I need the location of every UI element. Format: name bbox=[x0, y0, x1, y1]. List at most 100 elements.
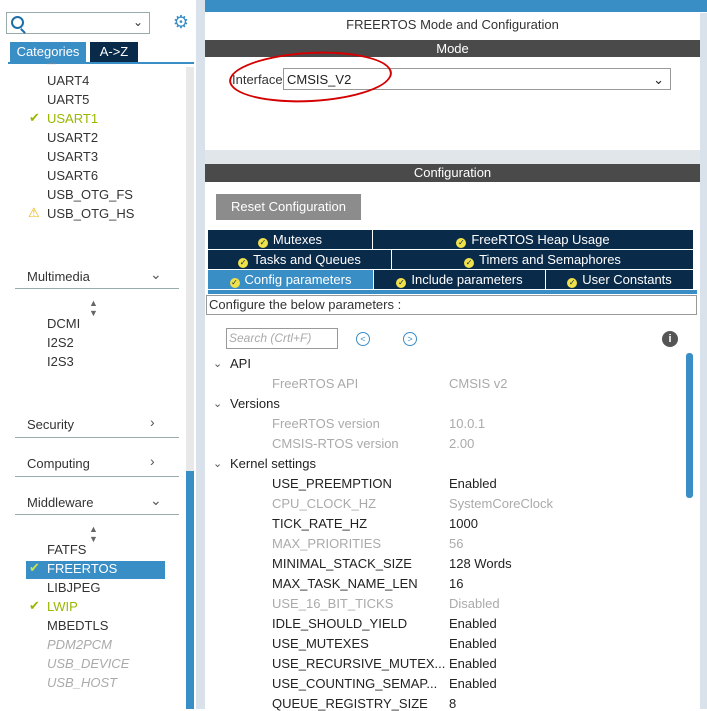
tab-label: User Constants bbox=[582, 272, 672, 287]
tab-user-constants[interactable]: ✓ User Constants bbox=[546, 270, 694, 289]
parameter-search-input[interactable]: Search (Crtl+F) bbox=[226, 328, 338, 349]
param-name[interactable]: MAX_TASK_NAME_LEN bbox=[272, 576, 418, 591]
left-scrollbar-thumb[interactable] bbox=[186, 471, 194, 709]
check-icon: ✓ bbox=[567, 278, 578, 288]
chevron-down-icon[interactable]: ⌄ bbox=[213, 357, 222, 370]
list-item-uart5[interactable]: UART5 bbox=[47, 91, 89, 109]
category-multimedia[interactable]: Multimedia bbox=[27, 269, 90, 284]
category-computing[interactable]: Computing bbox=[27, 456, 90, 471]
list-item-usart2[interactable]: USART2 bbox=[47, 129, 98, 147]
list-item-uart4[interactable]: UART4 bbox=[47, 72, 89, 90]
chevron-down-icon[interactable]: ⌄ bbox=[133, 15, 143, 29]
tab-timers-and-semaphores[interactable]: ✓ Timers and Semaphores bbox=[392, 250, 694, 269]
search-icon bbox=[11, 16, 24, 29]
param-name: FreeRTOS API bbox=[272, 376, 359, 391]
tab-label: Include parameters bbox=[411, 272, 523, 287]
chevron-down-icon[interactable]: ⌄ bbox=[213, 397, 222, 410]
param-value[interactable]: Enabled bbox=[449, 676, 497, 691]
reset-configuration-button[interactable]: Reset Configuration bbox=[216, 194, 361, 220]
gear-icon[interactable]: ⚙ bbox=[171, 12, 191, 32]
param-name[interactable]: USE_MUTEXES bbox=[272, 636, 369, 651]
list-item-usb-device: USB_DEVICE bbox=[47, 656, 130, 671]
check-icon: ✓ bbox=[456, 238, 467, 248]
category-security[interactable]: Security bbox=[27, 417, 74, 432]
category-middleware[interactable]: Middleware bbox=[27, 495, 93, 510]
list-item-usart1[interactable]: USART1 bbox=[47, 110, 98, 128]
param-value[interactable]: Enabled bbox=[449, 656, 497, 671]
list-item-usart3[interactable]: USART3 bbox=[47, 148, 98, 166]
param-name: CMSIS-RTOS version bbox=[272, 436, 399, 451]
section-gap bbox=[205, 150, 700, 164]
tab-config-parameters[interactable]: ✓ Config parameters bbox=[208, 270, 374, 289]
check-icon: ✔ bbox=[29, 110, 40, 125]
right-scrollbar-thumb[interactable] bbox=[686, 353, 693, 498]
previous-icon[interactable]: < bbox=[356, 332, 370, 346]
param-name[interactable]: USE_COUNTING_SEMAP... bbox=[272, 676, 437, 691]
list-item-pdm2pcm: PDM2PCM bbox=[47, 637, 113, 652]
tab-freertos-heap-usage[interactable]: ✓ FreeRTOS Heap Usage bbox=[373, 230, 694, 249]
tab-label: FreeRTOS Heap Usage bbox=[471, 232, 610, 247]
tab-underline bbox=[8, 62, 194, 64]
list-item-fatfs[interactable]: FATFS bbox=[47, 541, 86, 559]
param-value[interactable]: Enabled bbox=[449, 636, 497, 651]
configuration-header: Configuration bbox=[205, 164, 700, 182]
check-icon: ✓ bbox=[396, 278, 407, 288]
list-item-freertos[interactable]: FREERTOS bbox=[47, 560, 117, 578]
check-icon: ✓ bbox=[464, 258, 475, 268]
param-name: MAX_PRIORITIES bbox=[272, 536, 382, 551]
component-search-input[interactable]: ⌄ bbox=[6, 12, 150, 34]
param-name[interactable]: USE_PREEMPTION bbox=[272, 476, 392, 491]
param-value[interactable]: Enabled bbox=[449, 476, 497, 491]
param-name[interactable]: TICK_RATE_HZ bbox=[272, 516, 367, 531]
param-name: USE_16_BIT_TICKS bbox=[272, 596, 394, 611]
param-value: 56 bbox=[449, 536, 464, 551]
list-item-usart6[interactable]: USART6 bbox=[47, 167, 98, 185]
check-icon: ✓ bbox=[229, 278, 240, 288]
param-value[interactable]: Enabled bbox=[449, 616, 497, 631]
chevron-right-icon[interactable]: › bbox=[150, 414, 155, 430]
chevron-down-icon: ⌄ bbox=[653, 72, 664, 87]
sort-icon[interactable]: ▲ ▼ bbox=[89, 298, 98, 318]
clipped-item: — bbox=[47, 59, 56, 67]
list-item-usb-otg-fs[interactable]: USB_OTG_FS bbox=[47, 186, 133, 204]
panel-separator[interactable] bbox=[196, 0, 205, 709]
param-value: 2.00 bbox=[449, 436, 475, 451]
tab-mutexes[interactable]: ✓ Mutexes bbox=[208, 230, 373, 249]
param-value[interactable]: 1000 bbox=[449, 516, 478, 531]
param-value[interactable]: 16 bbox=[449, 576, 463, 591]
list-item-usb-otg-hs[interactable]: USB_OTG_HS bbox=[47, 205, 134, 223]
param-value: SystemCoreClock bbox=[449, 496, 554, 511]
tab-tasks-and-queues[interactable]: ✓ Tasks and Queues bbox=[208, 250, 392, 269]
param-name: CPU_CLOCK_HZ bbox=[272, 496, 377, 511]
param-name[interactable]: MINIMAL_STACK_SIZE bbox=[272, 556, 412, 571]
info-icon[interactable]: i bbox=[662, 331, 678, 347]
chevron-right-icon[interactable]: › bbox=[150, 453, 155, 469]
param-name[interactable]: USE_RECURSIVE_MUTEX... bbox=[272, 656, 445, 671]
param-name: FreeRTOS version bbox=[272, 416, 380, 431]
list-item-mbedtls[interactable]: MBEDTLS bbox=[47, 617, 108, 635]
tab-label: Mutexes bbox=[272, 232, 323, 247]
list-item-i2s3[interactable]: I2S3 bbox=[47, 353, 74, 371]
group-versions[interactable]: Versions bbox=[230, 396, 280, 411]
list-item-dcmi[interactable]: DCMI bbox=[47, 315, 80, 333]
check-icon: ✓ bbox=[238, 258, 249, 268]
next-icon[interactable]: > bbox=[403, 332, 417, 346]
param-value: Disabled bbox=[449, 596, 500, 611]
param-value: CMSIS v2 bbox=[449, 376, 508, 391]
divider bbox=[15, 514, 179, 515]
tab-label: Config parameters bbox=[244, 272, 352, 287]
chevron-down-icon[interactable]: ⌄ bbox=[150, 492, 162, 509]
tab-a-to-z[interactable]: A->Z bbox=[90, 42, 138, 62]
group-kernel-settings[interactable]: Kernel settings bbox=[230, 456, 316, 471]
sort-icon[interactable]: ▲ ▼ bbox=[89, 524, 98, 544]
list-item-lwip[interactable]: LWIP bbox=[47, 598, 78, 616]
divider bbox=[15, 288, 179, 289]
chevron-down-icon[interactable]: ⌄ bbox=[150, 266, 162, 283]
list-item-i2s2[interactable]: I2S2 bbox=[47, 334, 74, 352]
tab-include-parameters[interactable]: ✓ Include parameters bbox=[374, 270, 546, 289]
chevron-down-icon[interactable]: ⌄ bbox=[213, 457, 222, 470]
param-name[interactable]: IDLE_SHOULD_YIELD bbox=[272, 616, 407, 631]
param-value[interactable]: 128 Words bbox=[449, 556, 512, 571]
list-item-libjpeg[interactable]: LIBJPEG bbox=[47, 579, 100, 597]
group-api[interactable]: API bbox=[230, 356, 251, 371]
